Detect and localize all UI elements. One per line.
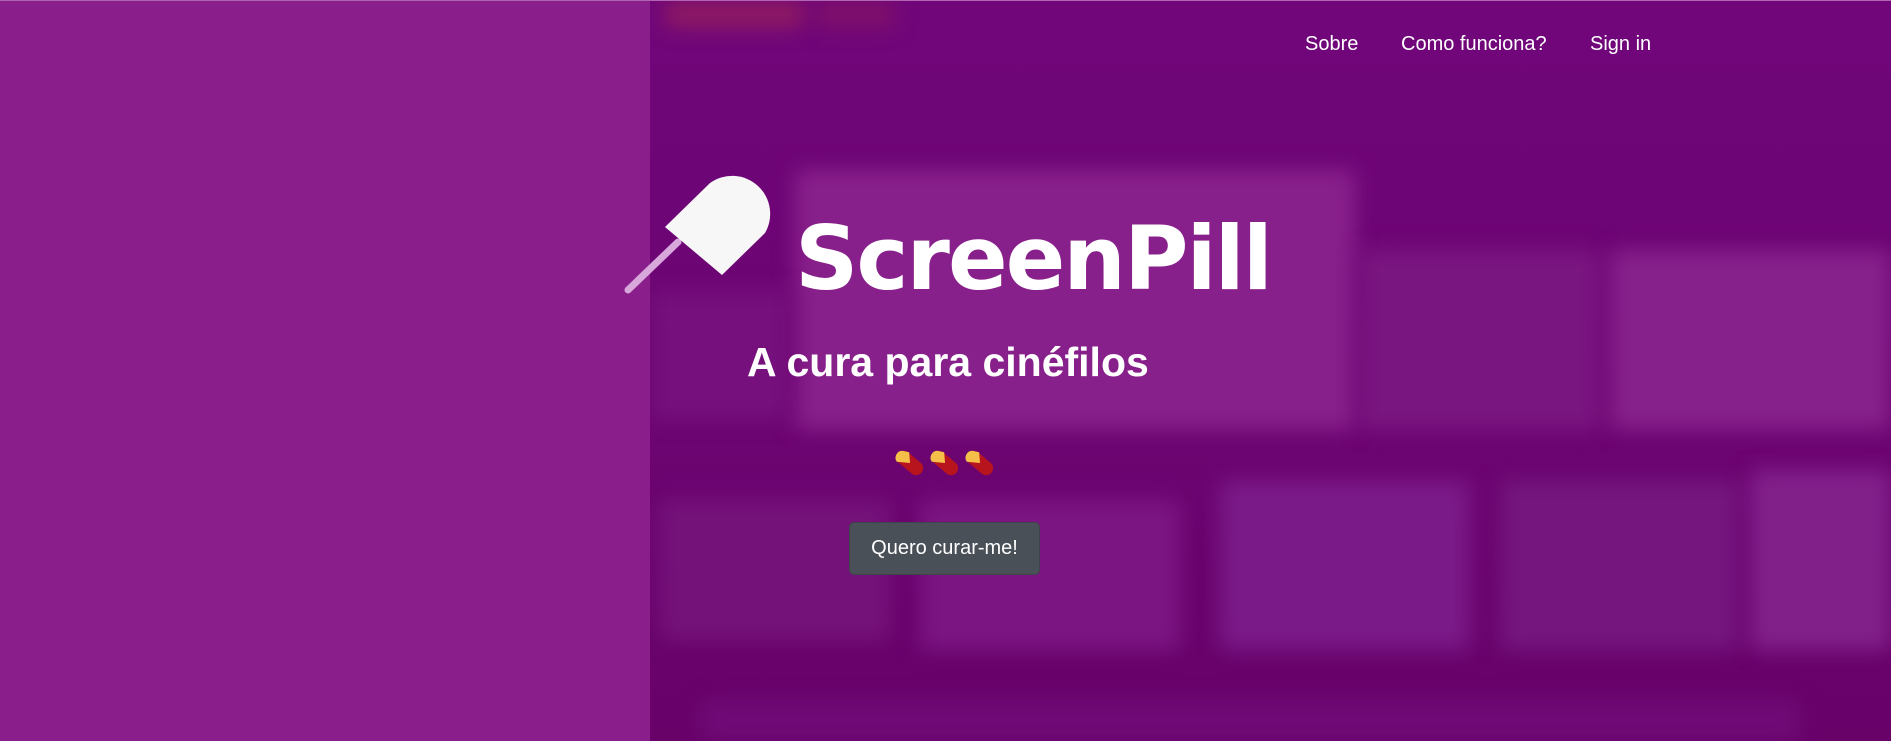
hero-tagline: A cura para cinéfilos: [747, 339, 1149, 385]
pill-icon: [895, 450, 924, 476]
pill-icons-row: [893, 446, 1001, 480]
top-border: [0, 0, 1891, 1]
pill-icon: [965, 450, 994, 476]
top-navigation: Sobre Como funciona? Sign in: [0, 31, 1891, 61]
screenpill-logo: ScreenPill: [620, 175, 1273, 305]
nav-link-sign-in[interactable]: Sign in: [1590, 31, 1651, 57]
pill-icon: [930, 450, 959, 476]
cure-me-button[interactable]: Quero curar-me!: [849, 522, 1040, 575]
nav-link-about[interactable]: Sobre: [1305, 31, 1358, 57]
nav-link-how-it-works[interactable]: Como funciona?: [1401, 31, 1547, 57]
hero-background-left: [0, 0, 650, 741]
lollipop-pill-icon: [624, 175, 771, 294]
logo-wordmark: ScreenPill: [795, 207, 1273, 310]
